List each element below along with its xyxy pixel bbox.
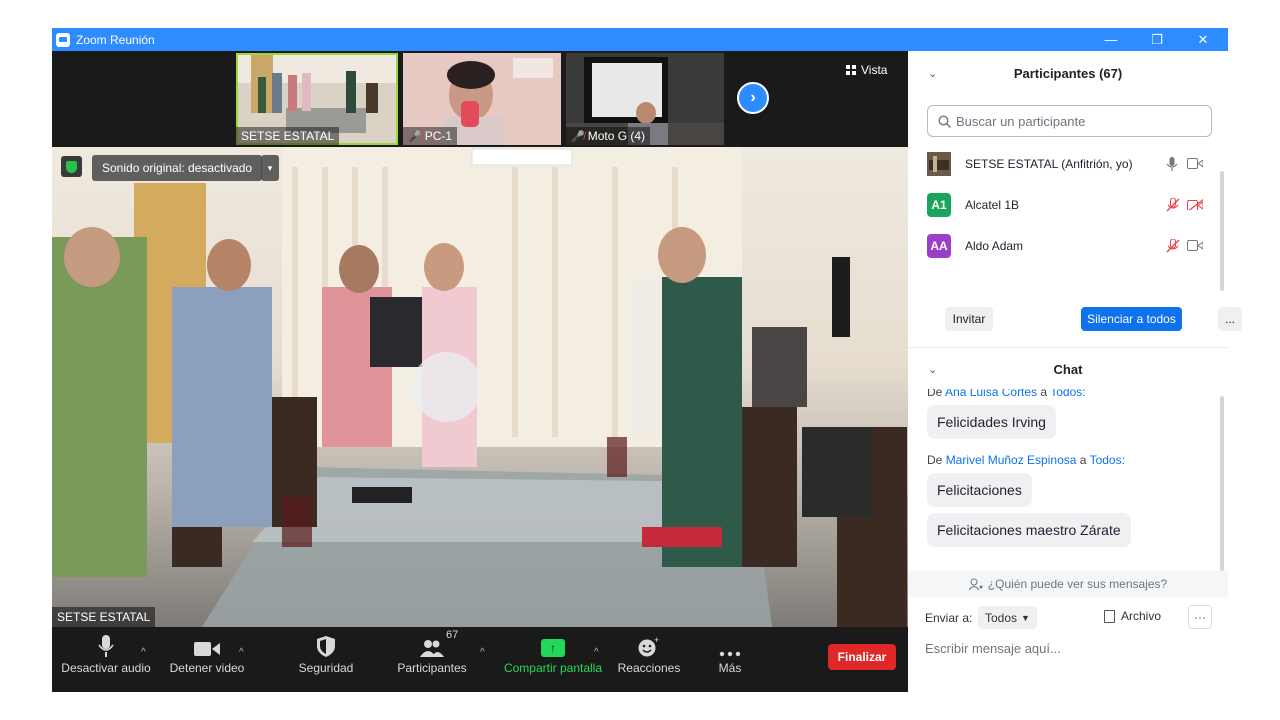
video-camera-icon[interactable] <box>1187 240 1203 251</box>
end-meeting-button[interactable]: Finalizar <box>828 644 896 670</box>
participant-avatar: AA <box>927 233 951 258</box>
search-icon <box>938 114 951 128</box>
file-icon <box>1104 609 1115 623</box>
share-options-caret[interactable]: ^ <box>594 647 599 658</box>
grid-view-icon <box>846 65 856 75</box>
video-tile[interactable]: 🎤̸ Moto G (4) <box>566 53 724 145</box>
chat-header: ⌄ Chat <box>908 349 1228 389</box>
video-tile[interactable]: SETSE ESTATAL <box>236 53 398 145</box>
microphone-icon[interactable] <box>1166 156 1178 171</box>
participants-header: ⌄ Participantes (67) <box>908 51 1228 95</box>
who-can-see-link[interactable]: ¿Quién puede ver sus mensajes? <box>908 571 1228 597</box>
original-sound-button[interactable]: Sonido original: desactivado <box>92 155 263 181</box>
chat-messages: De Ana Luisa Cortes a Todos: Felicidades… <box>908 389 1218 571</box>
send-to-dropdown[interactable]: Todos ▼ <box>978 606 1037 629</box>
zoom-logo-icon <box>56 32 70 47</box>
security-shield-icon[interactable] <box>61 156 82 177</box>
recipient-name[interactable]: Todos: <box>1050 389 1085 399</box>
reactions-button[interactable]: + Reacciones <box>616 627 682 692</box>
meeting-room-video-image <box>52 147 907 627</box>
participants-actions: Invitar Silenciar a todos ... <box>908 307 1242 337</box>
svg-text:+: + <box>654 637 659 645</box>
chat-message: Felicidades Irving <box>927 405 1056 439</box>
search-placeholder: Buscar un participante <box>956 113 1086 129</box>
participant-strip: SETSE ESTATAL 🎤̸ PC-1 🎤̸ Moto G (4) › Vi… <box>52 51 908 147</box>
window-title: Zoom Reunión <box>76 32 155 47</box>
share-screen-button[interactable]: ↑ Compartir pantalla <box>500 627 606 692</box>
chat-more-button[interactable]: ··· <box>1188 605 1212 629</box>
more-button[interactable]: Más <box>708 627 752 692</box>
video-tile[interactable]: 🎤̸ PC-1 <box>403 53 561 145</box>
chevron-down-icon: ▼ <box>1021 612 1030 623</box>
chat-message-input[interactable] <box>925 641 1215 656</box>
send-to-label: Enviar a: <box>925 611 973 625</box>
muted-mic-icon: 🎤̸ <box>408 130 422 143</box>
tile-name-label: 🎤̸ PC-1 <box>403 127 458 145</box>
stop-video-button[interactable]: Detener video <box>164 627 250 692</box>
participants-title: Participantes (67) <box>1013 65 1123 81</box>
side-panel: ⌄ Participantes (67) Buscar un participa… <box>908 51 1242 692</box>
participants-options-caret[interactable]: ^ <box>480 647 485 658</box>
participants-scrollbar[interactable] <box>1220 171 1224 291</box>
smiley-icon: + <box>638 637 659 657</box>
microphone-icon <box>98 635 114 657</box>
sender-name[interactable]: Marivel Muñoz Espinosa <box>946 453 1077 467</box>
participant-list: SETSE ESTATAL (Anfitrión, yo) A1 Alcatel… <box>908 143 1220 266</box>
participant-search-field[interactable]: Buscar un participante <box>927 105 1212 137</box>
divider <box>908 347 1228 348</box>
participant-avatar: A1 <box>927 192 951 217</box>
share-screen-icon: ↑ <box>541 639 565 657</box>
participants-button[interactable]: 67 Participantes <box>390 627 474 692</box>
speaker-name-label: SETSE ESTATAL <box>52 607 156 627</box>
chat-title: Chat <box>1053 361 1083 377</box>
file-button[interactable]: Archivo <box>1104 609 1161 623</box>
participant-row[interactable]: SETSE ESTATAL (Anfitrión, yo) <box>908 143 1220 184</box>
muted-mic-icon[interactable] <box>1166 238 1180 253</box>
title-bar: Zoom Reunión — ❐ ✕ <box>52 28 1228 51</box>
chat-message: Felicitaciones maestro Zárate <box>927 513 1131 547</box>
video-options-caret[interactable]: ^ <box>239 647 244 658</box>
participants-count-badge: 67 <box>446 629 459 641</box>
chat-message: Felicitaciones <box>927 473 1032 507</box>
participant-avatar <box>927 151 951 176</box>
video-camera-icon[interactable] <box>1187 158 1203 169</box>
sender-name[interactable]: Ana Luisa Cortes <box>945 389 1037 399</box>
mute-audio-button[interactable]: Desactivar audio <box>58 627 154 692</box>
video-camera-icon <box>194 642 220 656</box>
mute-all-button[interactable]: Silenciar a todos <box>1081 307 1182 331</box>
more-dots-icon <box>719 651 741 657</box>
message-sender-line: De Marivel Muñoz Espinosa a Todos: <box>927 453 1125 467</box>
close-button[interactable]: ✕ <box>1180 28 1226 51</box>
zoom-window: Zoom Reunión — ❐ ✕ SETSE ESTATAL 🎤̸ PC-1… <box>52 28 1242 692</box>
minimize-button[interactable]: — <box>1088 28 1134 51</box>
person-eye-icon <box>968 578 983 590</box>
participant-row[interactable]: A1 Alcatel 1B <box>908 184 1220 225</box>
chat-scrollbar[interactable] <box>1220 396 1224 571</box>
invite-button[interactable]: Invitar <box>945 307 993 331</box>
next-page-button[interactable]: › <box>737 82 769 114</box>
tile-name-label: 🎤̸ Moto G (4) <box>566 127 651 145</box>
recipient-name[interactable]: Todos: <box>1090 453 1125 467</box>
message-sender-line: De Ana Luisa Cortes a Todos: <box>908 389 1218 399</box>
restore-button[interactable]: ❐ <box>1134 28 1180 51</box>
participants-icon <box>420 640 444 657</box>
collapse-chat-icon[interactable]: ⌄ <box>928 363 937 376</box>
participant-row[interactable]: AA Aldo Adam <box>908 225 1220 266</box>
muted-mic-icon[interactable] <box>1166 197 1180 212</box>
collapse-participants-icon[interactable]: ⌄ <box>928 67 937 80</box>
security-button[interactable]: Seguridad <box>286 627 366 692</box>
shield-icon <box>317 636 335 657</box>
meeting-toolbar: Desactivar audio ^ Detener video ^ Segur… <box>52 627 908 692</box>
view-button[interactable]: Vista <box>846 63 887 77</box>
muted-mic-icon: 🎤̸ <box>571 130 585 143</box>
sound-options-caret[interactable]: ▾ <box>261 155 279 181</box>
meeting-area: SETSE ESTATAL 🎤̸ PC-1 🎤̸ Moto G (4) › Vi… <box>52 51 908 692</box>
video-off-icon[interactable] <box>1187 199 1203 210</box>
audio-options-caret[interactable]: ^ <box>141 647 146 658</box>
main-video: Sonido original: desactivado ▾ SETSE EST… <box>52 147 908 627</box>
send-options: Enviar a: Todos ▼ Archivo ··· <box>908 605 1228 631</box>
tile-name-label: SETSE ESTATAL <box>236 127 340 145</box>
participants-more-button[interactable]: ... <box>1218 307 1242 331</box>
